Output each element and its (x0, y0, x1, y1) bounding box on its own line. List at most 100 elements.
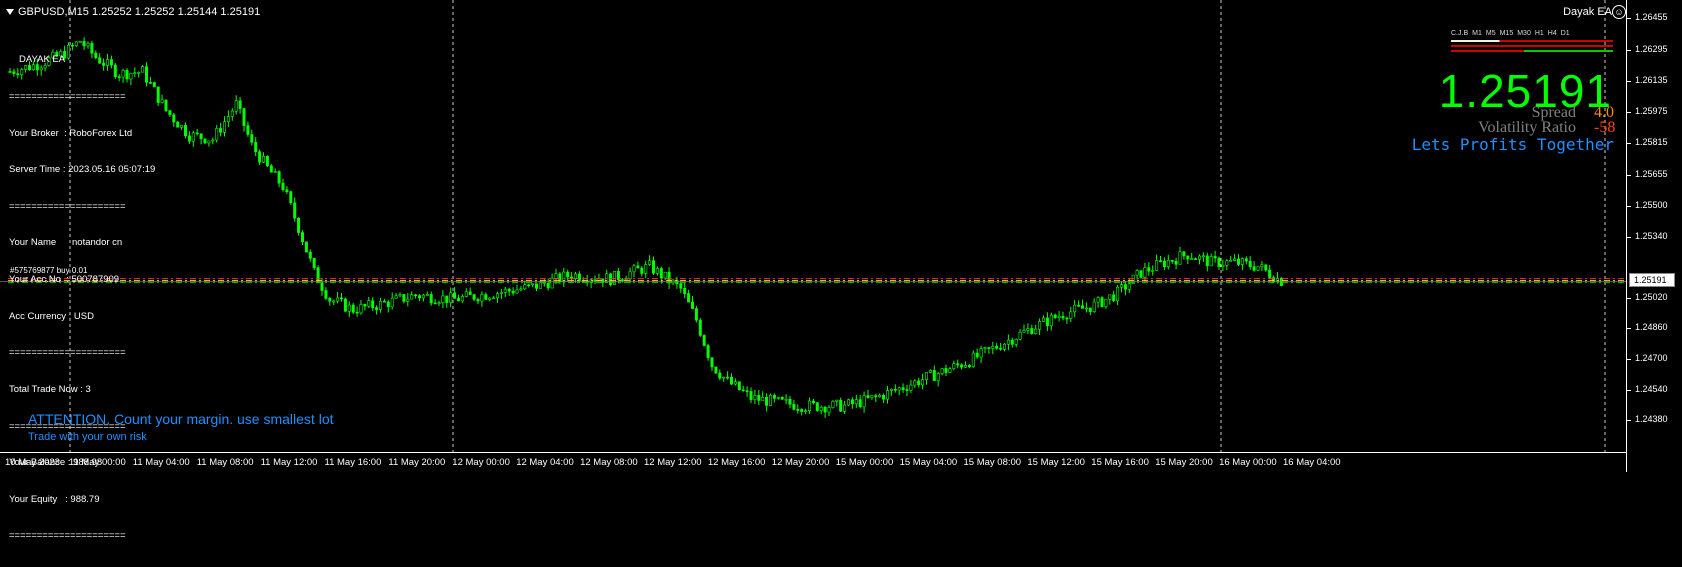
tf-label: D1 (1560, 30, 1570, 37)
symbol-line: GBPUSD,M15 1.25252 1.25252 1.25144 1.251… (18, 6, 261, 18)
candle-body (1155, 260, 1159, 271)
candle-body (593, 279, 597, 282)
candle-body (503, 288, 507, 293)
candle-body (874, 395, 878, 398)
candle-body (324, 290, 328, 299)
time-tick-label: 15 May 16:00 (1091, 457, 1149, 468)
price-chart[interactable] (0, 0, 1626, 452)
candle-body (679, 283, 683, 289)
candle-body (788, 398, 792, 405)
price-tick (1627, 175, 1631, 176)
candle-body (1217, 257, 1221, 268)
candle-body (850, 399, 854, 405)
candle-body (187, 135, 191, 142)
candle-body (620, 279, 624, 281)
chart-window[interactable]: GBPUSD,M15 1.25252 1.25252 1.25144 1.251… (0, 0, 1682, 541)
candle-body (1014, 338, 1018, 345)
candle-body (866, 395, 870, 398)
candle-body (722, 376, 726, 379)
candle-body (757, 395, 761, 401)
candle-body (429, 294, 433, 304)
candle-body (332, 300, 336, 303)
candle-body (999, 348, 1003, 350)
price-tick (1627, 50, 1631, 51)
candle-body (1244, 258, 1248, 262)
candle-body (928, 370, 932, 373)
candle-body (336, 297, 340, 302)
candle-body (839, 399, 843, 412)
candle-body (1186, 255, 1190, 260)
candle-body (223, 121, 227, 133)
candle-body (796, 409, 800, 411)
price-tick (1627, 206, 1631, 207)
candle-body (948, 368, 952, 373)
price-axis[interactable]: 1.25191 1.26455 1.26295 1.26135 1.25975 1.25… (1626, 0, 1682, 472)
candle-body (1268, 269, 1272, 278)
info-acc-no: Your Acc.No : 500787909 (9, 274, 120, 286)
time-tick-label: 12 May 08:00 (580, 457, 638, 468)
price-tick (1627, 359, 1631, 360)
candle-body (1116, 286, 1120, 302)
symbol-header: GBPUSD,M15 1.25252 1.25252 1.25144 1.251… (6, 6, 260, 18)
signal-bar-ema (1451, 50, 1613, 52)
account-info-panel: DAYAK EA ===================== Your Brok… (9, 30, 155, 567)
time-tick-label: 15 May 20:00 (1155, 457, 1213, 468)
candle-body (1264, 264, 1268, 271)
candle-body (971, 352, 975, 367)
candle-body (698, 319, 702, 336)
price-tick-label: 1.25815 (1635, 137, 1668, 147)
candle-body (1248, 260, 1252, 268)
info-line: ===================== (9, 347, 126, 359)
candle-body (1151, 270, 1155, 272)
candle-body (1147, 267, 1151, 272)
candle-body (702, 335, 706, 346)
candle-body (776, 396, 780, 399)
candle-body (1104, 298, 1108, 307)
candle-body (893, 388, 897, 391)
price-tick-label: 1.25020 (1635, 292, 1668, 302)
candle-body (640, 267, 644, 274)
candle-body (1221, 264, 1225, 268)
price-tick (1627, 18, 1631, 19)
candle-body (203, 138, 207, 144)
candle-body (285, 189, 289, 192)
dropdown-triangle-icon[interactable] (6, 9, 14, 15)
candle-body (1143, 267, 1147, 278)
candle-body (550, 278, 554, 289)
current-price-marker: 1.25191 (1629, 273, 1675, 287)
candle-body (156, 86, 160, 103)
candle-body (694, 308, 698, 321)
time-axis[interactable]: 10 May 2023 11 May 00:00 11 May 04:00 11 Ma… (0, 452, 1626, 473)
time-tick-label: 11 May 08:00 (196, 457, 254, 468)
tf-label: H1 (1534, 30, 1544, 37)
candle-body (963, 365, 967, 368)
time-tick-label: 15 May 12:00 (1027, 457, 1085, 468)
price-tick-label: 1.25340 (1635, 231, 1668, 241)
candle-body (258, 151, 262, 163)
candle-body (1205, 255, 1209, 267)
candle-body (761, 396, 765, 401)
candle-body (492, 297, 496, 300)
candle-body (975, 352, 979, 358)
candle-body (277, 171, 281, 184)
candle-body (1225, 260, 1229, 266)
candle-body (484, 294, 488, 300)
candle-body (398, 294, 402, 297)
tf-label: H4 (1547, 30, 1557, 37)
candle-body (909, 384, 913, 391)
candle-body (472, 294, 476, 300)
info-broker: Your Broker : RoboForex Ltd (9, 127, 133, 139)
candle-body (261, 155, 265, 163)
candle-body (449, 292, 453, 303)
candle-body (690, 301, 694, 309)
candle-body (1166, 260, 1170, 267)
candle-body (936, 373, 940, 381)
time-tick-label: 11 May 16:00 (324, 457, 382, 468)
order-line-label: #575769877 buy 0.01 (10, 266, 88, 275)
candle-body (546, 282, 550, 289)
candle-body (940, 368, 944, 374)
candle-body (1201, 255, 1205, 258)
candle-body (359, 304, 363, 314)
smiley-icon[interactable]: ☺ (1612, 5, 1626, 19)
price-tick (1627, 328, 1631, 329)
